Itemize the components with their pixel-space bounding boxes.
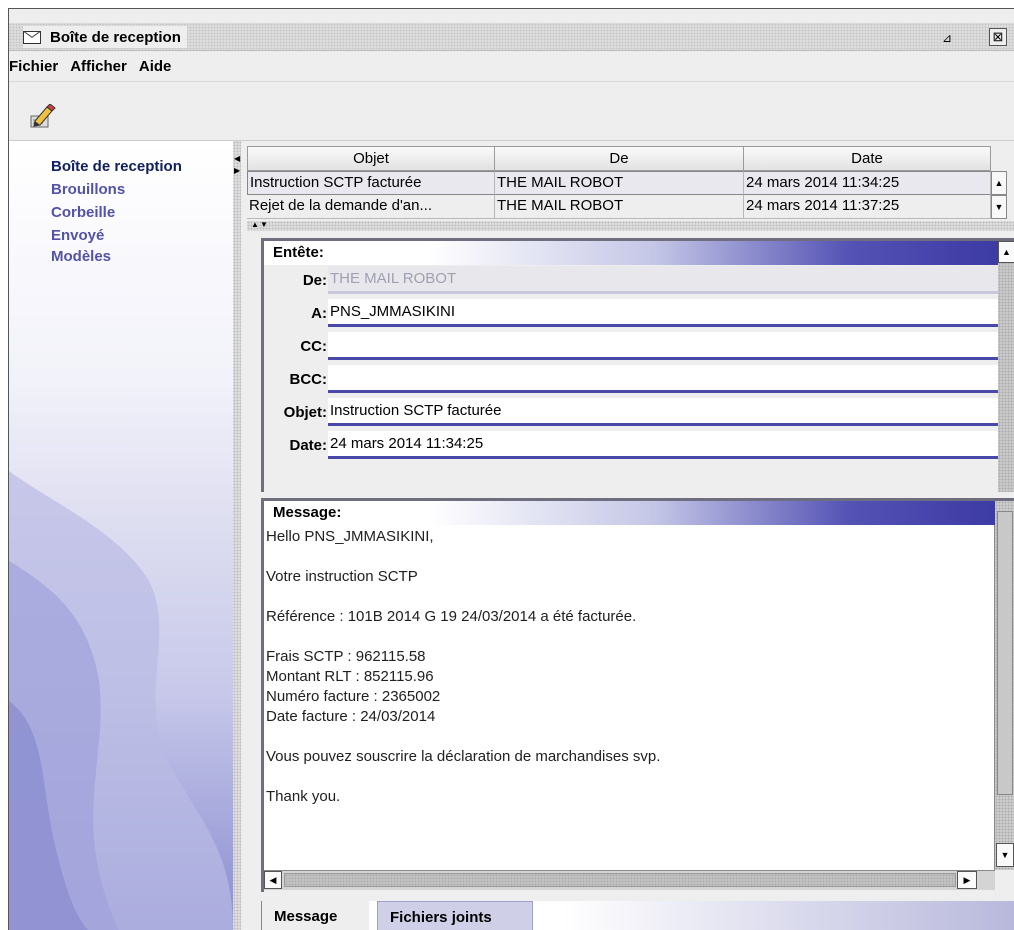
date-field[interactable]: 24 mars 2014 11:34:25 (328, 431, 998, 459)
message-line (266, 547, 994, 567)
compose-button[interactable] (28, 103, 56, 130)
message-panel: Message: Hello PNS_JMMASIKINI, Votre ins… (261, 498, 1014, 892)
message-line (266, 767, 994, 787)
message-line (266, 627, 994, 647)
expand-right-icon[interactable]: ▶ (234, 167, 240, 175)
field-label-objet: Objet: (283, 404, 327, 421)
message-line: Numéro facture : 2365002 (266, 688, 441, 705)
header-scrollbar[interactable]: ▲ (998, 241, 1014, 492)
field-label-de: De: (302, 272, 327, 289)
folder-sent[interactable]: Envoyé (51, 225, 104, 246)
header-panel: Entête: De: THE MAIL ROBOT A: PNS_JMMASI… (261, 238, 1014, 492)
message-line (266, 727, 994, 747)
message-line: Référence : 101B 2014 G 19 24/03/2014 a … (266, 608, 637, 625)
column-header-date[interactable]: Date (744, 146, 991, 171)
folder-sidebar: Boîte de reception Brouillons Corbeille … (9, 141, 233, 930)
message-line (266, 587, 994, 607)
toolbar (9, 83, 1014, 141)
menu-aide[interactable]: Aide (139, 58, 172, 75)
message-list-table: Objet De Date Instruction SCTP facturée … (247, 146, 1007, 220)
field-label-a: A: (311, 305, 327, 322)
field-row-bcc: BCC: (264, 365, 998, 394)
field-label-date: Date: (289, 437, 327, 454)
table-row[interactable]: Instruction SCTP facturée THE MAIL ROBOT… (247, 171, 991, 195)
field-row-de: De: THE MAIL ROBOT (264, 266, 998, 295)
divider-down-icon[interactable]: ▼ (260, 221, 268, 229)
cell-date: 24 mars 2014 11:34:25 (744, 171, 991, 195)
column-header-de[interactable]: De (495, 146, 744, 171)
message-line: Vous pouvez souscrire la déclaration de … (266, 748, 661, 765)
message-line: Frais SCTP : 962115.58 (266, 648, 426, 665)
title-bar[interactable]: Boîte de reception ⊿ ⊠ (9, 23, 1014, 51)
table-header: Objet De Date (247, 146, 991, 171)
cell-objet: Rejet de la demande d'an... (247, 195, 495, 219)
scroll-up-icon[interactable]: ▲ (991, 171, 1007, 195)
message-line: Hello PNS_JMMASIKINI, (266, 528, 434, 545)
cell-de: THE MAIL ROBOT (495, 195, 744, 219)
table-row[interactable]: Rejet de la demande d'an... THE MAIL ROB… (247, 195, 991, 219)
message-line: Date facture : 24/03/2014 (266, 708, 436, 725)
cc-field[interactable] (328, 332, 998, 360)
scroll-right-icon[interactable]: ▶ (957, 871, 977, 889)
folder-drafts[interactable]: Brouillons (51, 179, 125, 200)
menu-afficher[interactable]: Afficher (70, 58, 127, 75)
tab-message[interactable]: Message (261, 901, 369, 930)
bottom-tabs: Message Fichiers joints (261, 901, 1014, 930)
folder-inbox[interactable]: Boîte de reception (51, 156, 182, 177)
message-vertical-scrollbar[interactable]: ▼ (995, 501, 1014, 870)
header-panel-title: Entête: (264, 241, 1014, 265)
collapse-left-icon[interactable]: ◀ (234, 155, 240, 163)
scroll-track[interactable] (284, 873, 956, 887)
field-row-objet: Objet: Instruction SCTP facturée (264, 398, 998, 427)
close-icon[interactable]: ⊠ (989, 28, 1007, 46)
scroll-up-icon[interactable]: ▲ (998, 241, 1014, 263)
message-line: Montant RLT : 852115.96 (266, 668, 434, 685)
restore-icon[interactable]: ⊿ (939, 30, 955, 46)
message-body[interactable]: Hello PNS_JMMASIKINI, Votre instruction … (264, 525, 995, 870)
message-panel-title: Message: (264, 501, 1014, 525)
menu-fichier[interactable]: Fichier (9, 58, 58, 75)
pencil-compose-icon (30, 103, 56, 128)
column-header-objet[interactable]: Objet (247, 146, 495, 171)
cell-de: THE MAIL ROBOT (495, 171, 744, 195)
field-row-date: Date: 24 mars 2014 11:34:25 (264, 431, 998, 460)
scroll-thumb[interactable] (997, 511, 1013, 795)
field-row-cc: CC: (264, 332, 998, 361)
sidebar-splitter[interactable]: ◀ ▶ (233, 141, 241, 930)
sidebar-wave-decoration (9, 471, 233, 930)
window-title: Boîte de reception (50, 28, 181, 46)
from-field: THE MAIL ROBOT (328, 266, 998, 294)
folder-templates[interactable]: Modèles (51, 246, 111, 267)
scroll-left-icon[interactable]: ◀ (264, 871, 282, 889)
divider-up-icon[interactable]: ▲ (251, 221, 259, 229)
scroll-down-icon[interactable]: ▼ (996, 843, 1014, 867)
envelope-icon (23, 30, 41, 44)
cell-date: 24 mars 2014 11:37:25 (744, 195, 991, 219)
to-field[interactable]: PNS_JMMASIKINI (328, 299, 998, 327)
folder-trash[interactable]: Corbeille (51, 202, 115, 223)
message-horizontal-scrollbar[interactable]: ◀ ▶ (264, 870, 995, 890)
subject-field[interactable]: Instruction SCTP facturée (328, 398, 998, 426)
bcc-field[interactable] (328, 365, 998, 393)
cell-objet: Instruction SCTP facturée (247, 171, 495, 195)
scroll-down-icon[interactable]: ▼ (991, 195, 1007, 219)
field-row-a: A: PNS_JMMASIKINI (264, 299, 998, 328)
main-area: Objet De Date Instruction SCTP facturée … (241, 141, 1014, 930)
field-label-cc: CC: (300, 338, 327, 355)
table-scrollbar[interactable]: ▲ ▼ (991, 146, 1007, 220)
list-preview-divider[interactable]: ▲ ▼ (247, 221, 1014, 231)
mail-window: Boîte de reception ⊿ ⊠ Fichier Afficher … (8, 8, 1014, 930)
field-label-bcc: BCC: (289, 371, 328, 388)
message-line: Thank you. (266, 788, 341, 805)
menu-bar: Fichier Afficher Aide (9, 52, 1014, 82)
message-line: Votre instruction SCTP (266, 568, 418, 585)
tab-fichiers-joints[interactable]: Fichiers joints (377, 901, 533, 930)
